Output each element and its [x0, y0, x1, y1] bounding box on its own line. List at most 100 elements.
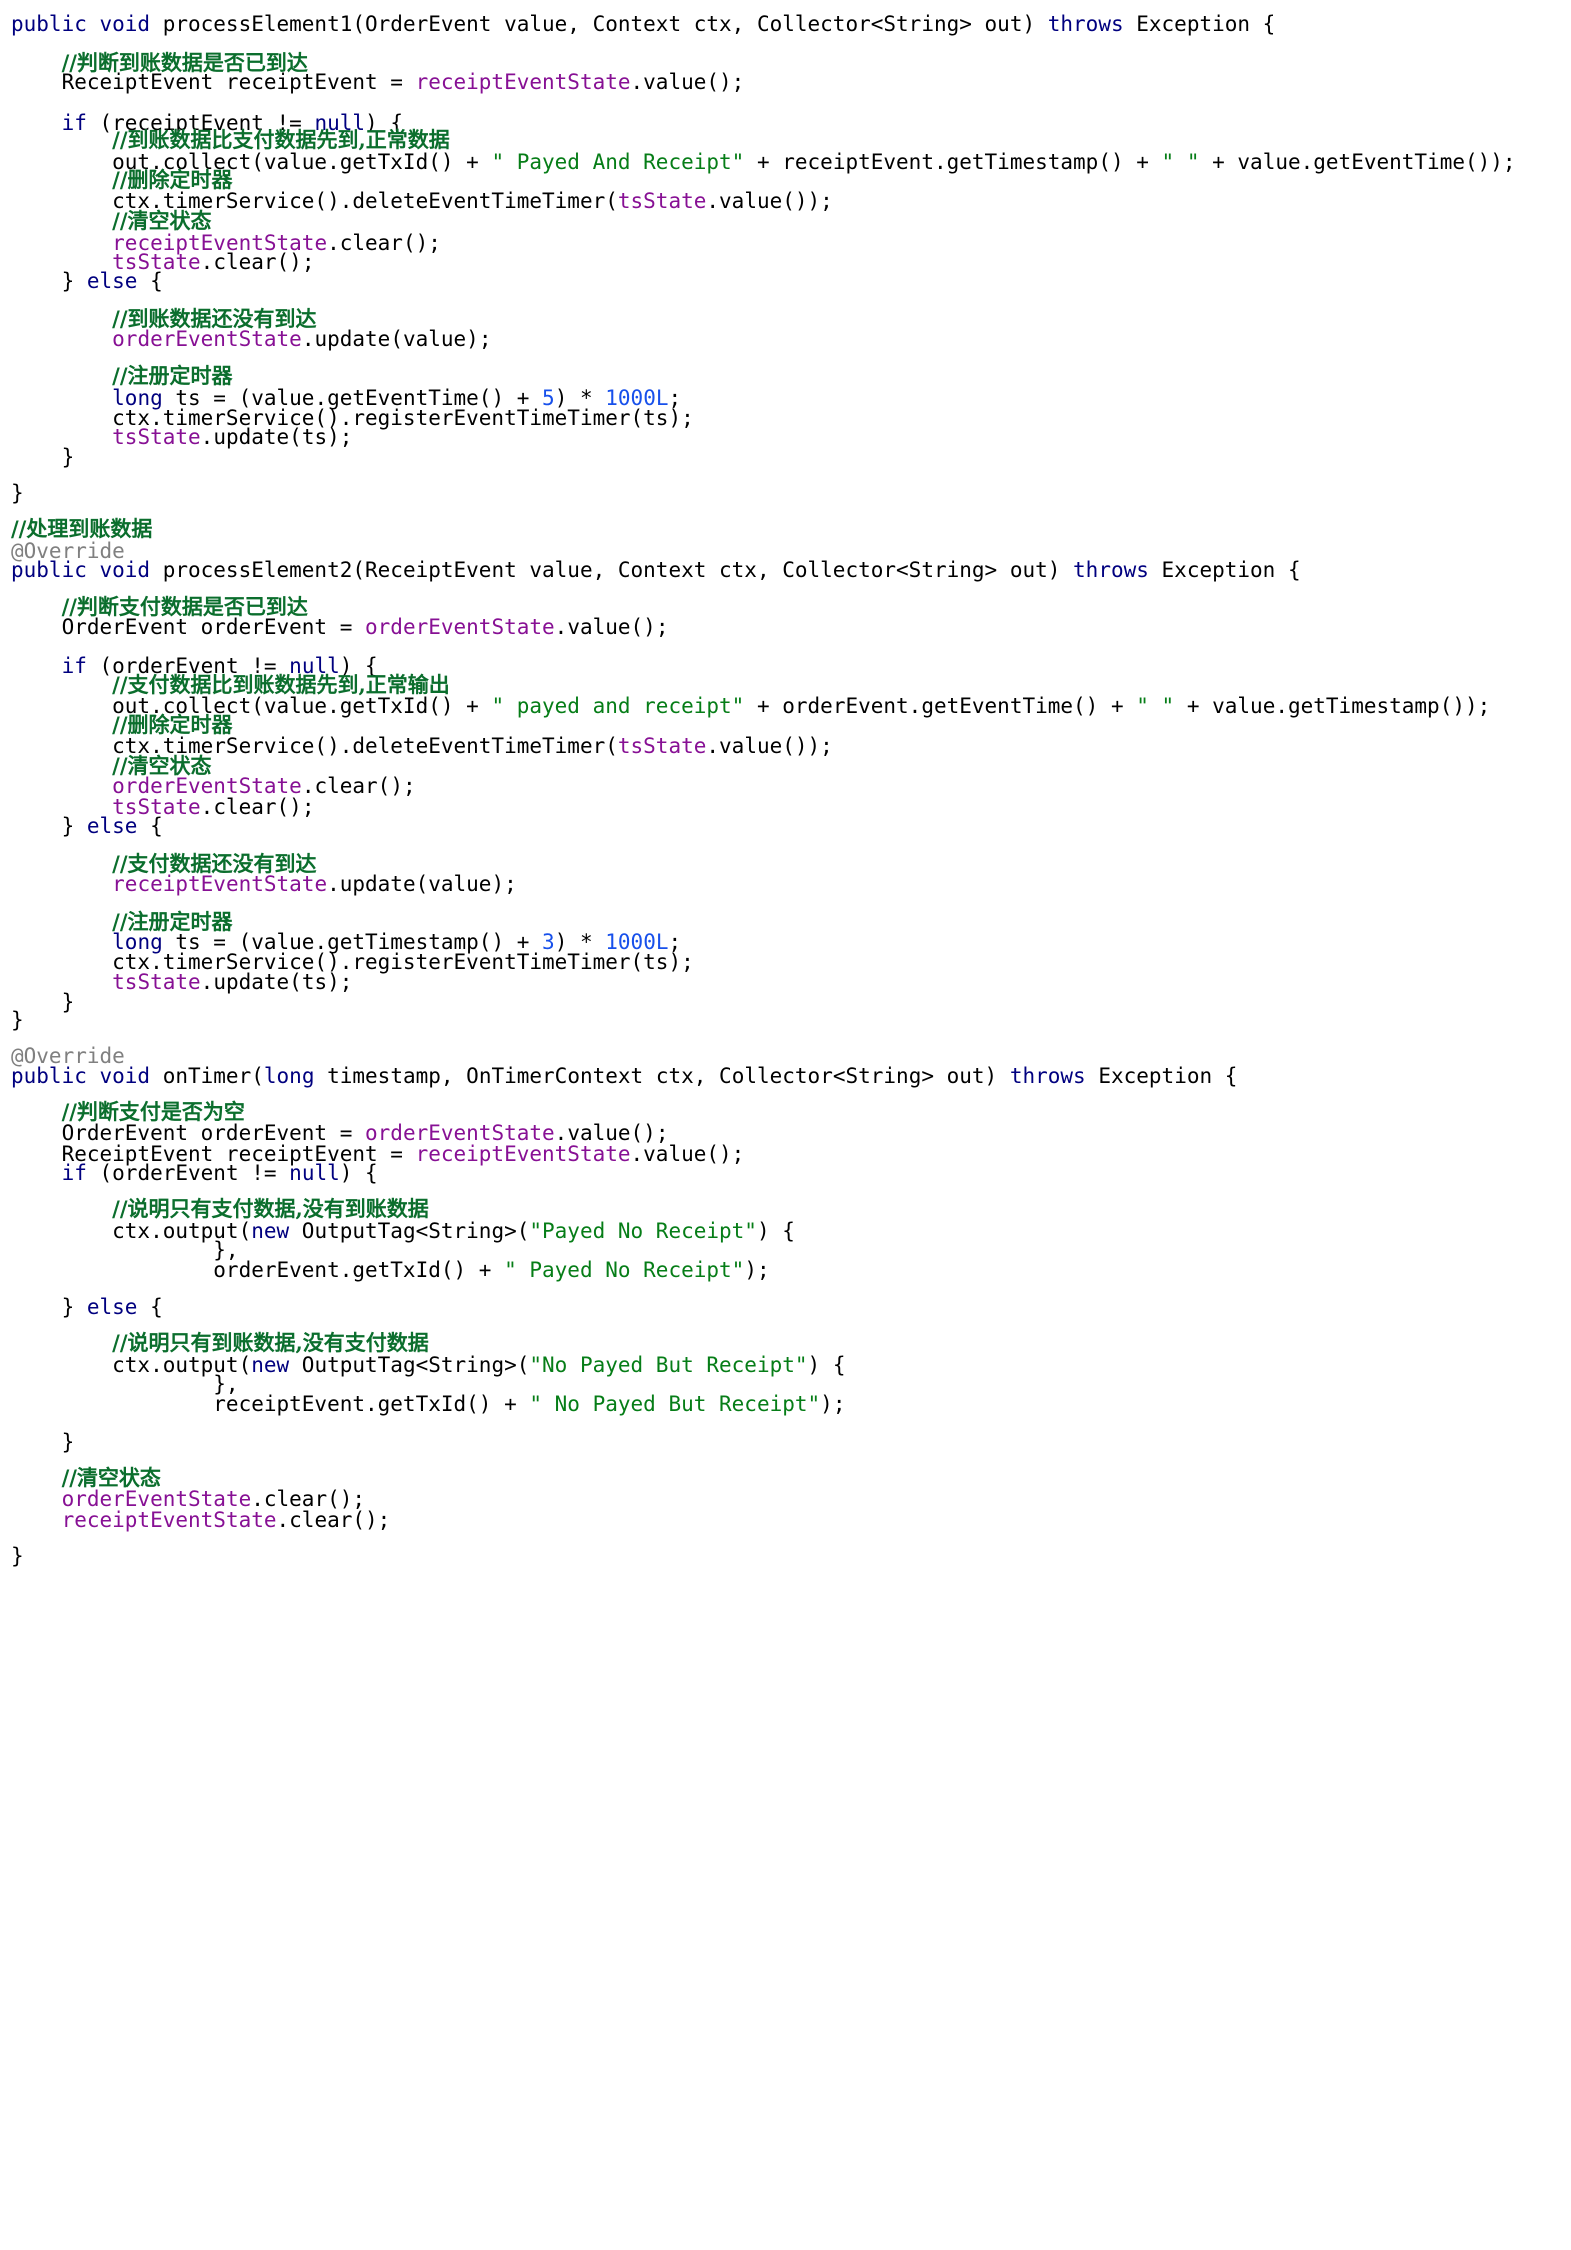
string-token: " ": [1136, 694, 1175, 718]
code-line: OrderEvent orderEvent = orderEventState.…: [11, 613, 669, 641]
code-line: } else {: [11, 1293, 163, 1321]
code-token: ) {: [756, 1219, 795, 1243]
code-token: (OrderEvent value, Context ctx, Collecto…: [352, 12, 1048, 36]
field-token: receiptEventState: [61, 1508, 277, 1532]
code-token: timestamp, OnTimerContext ctx, Collector…: [314, 1064, 1010, 1088]
code-line: public void processElement2(ReceiptEvent…: [11, 556, 1301, 584]
keyword-token: if: [61, 1161, 87, 1185]
code-token: .update(value);: [327, 872, 517, 896]
code-token: ) {: [339, 1161, 378, 1185]
code-line: } else {: [11, 812, 163, 840]
code-token: {: [137, 1295, 163, 1319]
string-token: " Payed And Receipt": [491, 150, 745, 174]
code-line: }: [11, 1006, 24, 1034]
code-editor[interactable]: public void processElement1(OrderEvent v…: [0, 0, 1571, 2250]
code-line: } else {: [11, 267, 163, 295]
code-token: }: [11, 1008, 24, 1032]
code-token: OrderEvent orderEvent =: [11, 615, 366, 639]
field-token: orderEventState: [112, 327, 302, 351]
field-token: receiptEventState: [112, 872, 328, 896]
string-token: " payed and receipt": [491, 694, 745, 718]
code-line: }: [11, 479, 24, 507]
code-token: .clear();: [301, 774, 416, 798]
code-line: }: [11, 443, 75, 471]
string-token: " No Payed But Receipt": [529, 1392, 821, 1416]
field-token: orderEventState: [365, 615, 555, 639]
keyword-token: new: [251, 1219, 290, 1243]
code-token: + value.getTimestamp());: [1174, 694, 1491, 718]
string-token: " ": [1161, 150, 1200, 174]
code-token: (ReceiptEvent value, Context ctx, Collec…: [352, 558, 1074, 582]
keyword-token: else: [86, 1295, 138, 1319]
code-line: public void onTimer(long timestamp, OnTi…: [11, 1062, 1237, 1090]
field-token: tsState: [112, 970, 201, 994]
string-token: "No Payed But Receipt": [529, 1353, 808, 1377]
method-name-token: processElement2: [162, 558, 353, 582]
code-token: ) {: [807, 1353, 846, 1377]
code-token: .clear();: [276, 1508, 391, 1532]
string-token: " Payed No Receipt": [504, 1258, 745, 1282]
keyword-token: throws: [1047, 12, 1124, 36]
code-token: (: [251, 1064, 264, 1088]
code-line: public void processElement1(OrderEvent v…: [11, 10, 1275, 38]
code-token: .update(ts);: [200, 425, 353, 449]
field-token: tsState: [617, 734, 707, 758]
code-token: .value();: [630, 1142, 745, 1166]
code-line: }: [11, 1542, 24, 1570]
code-token: .value();: [554, 615, 669, 639]
code-line: orderEvent.getTxId() + " Payed No Receip…: [11, 1256, 770, 1284]
code-token: receiptEvent.getTxId() +: [11, 1392, 530, 1416]
code-token: .clear();: [200, 250, 315, 274]
code-token: {: [137, 269, 163, 293]
code-token: }: [11, 445, 75, 469]
code-token: }: [11, 814, 87, 838]
keyword-token: public void: [11, 1064, 163, 1088]
code-token: .value();: [630, 70, 745, 94]
code-token: OutputTag<String>(: [289, 1353, 530, 1377]
code-token: .clear();: [327, 231, 441, 255]
code-line: }: [11, 1428, 75, 1456]
code-token: }: [11, 1430, 75, 1454]
code-line: receiptEventState.clear();: [11, 1506, 391, 1534]
code-token: .clear();: [200, 795, 315, 819]
method-name-token: onTimer: [162, 1064, 252, 1088]
field-token: receiptEventState: [415, 1142, 631, 1166]
field-token: receiptEventState: [415, 70, 631, 94]
code-token: ReceiptEvent receiptEvent =: [11, 70, 416, 94]
method-name-token: processElement1: [162, 12, 353, 36]
keyword-token: new: [251, 1353, 290, 1377]
keyword-token: throws: [1073, 558, 1149, 582]
code-line: orderEventState.update(value);: [11, 325, 491, 353]
code-token: Exception {: [1148, 558, 1301, 582]
code-token: (orderEvent !=: [86, 1161, 290, 1185]
code-token: }: [11, 269, 87, 293]
code-token: orderEvent.getTxId() +: [11, 1258, 505, 1282]
string-token: "Payed No Receipt": [529, 1219, 757, 1243]
code-token: {: [137, 814, 163, 838]
code-token: Exception {: [1123, 12, 1276, 36]
code-token: .update(value);: [301, 327, 492, 351]
code-token: }: [11, 481, 24, 505]
code-token: OutputTag<String>(: [289, 1219, 530, 1243]
field-token: tsState: [112, 425, 201, 449]
code-line: receiptEvent.getTxId() + " No Payed But …: [11, 1390, 845, 1418]
code-token: + receiptEvent.getTimestamp() +: [744, 150, 1162, 174]
keyword-token: public void: [11, 558, 163, 582]
code-token: }: [11, 1544, 24, 1568]
code-line: ReceiptEvent receiptEvent = receiptEvent…: [11, 68, 745, 96]
code-token: .update(ts);: [200, 970, 353, 994]
keyword-token: null: [289, 1161, 340, 1185]
code-line: if (orderEvent != null) {: [11, 1159, 378, 1187]
keyword-token: else: [86, 269, 138, 293]
code-token: );: [744, 1258, 770, 1282]
code-token: + orderEvent.getEventTime() +: [744, 694, 1137, 718]
code-token: .value());: [706, 189, 833, 213]
code-token: );: [820, 1392, 846, 1416]
code-line: out.collect(value.getTxId() + " Payed An…: [11, 148, 1515, 176]
code-token: }: [11, 1295, 87, 1319]
keyword-token: long: [263, 1064, 315, 1088]
